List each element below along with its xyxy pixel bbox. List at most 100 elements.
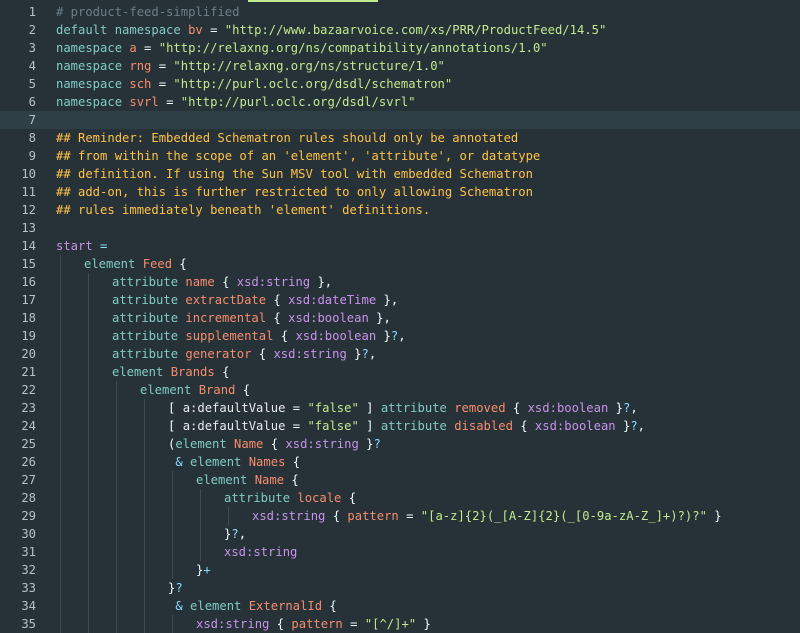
indent-guide <box>88 309 89 327</box>
code-line[interactable]: 18 attribute incremental { xsd:boolean }, <box>0 309 800 327</box>
line-number: 6 <box>28 95 36 109</box>
indent-guide <box>88 327 89 345</box>
code-line[interactable]: 3 namespace a = "http://relaxng.org/ns/co… <box>0 39 800 57</box>
code-token: [ <box>168 401 183 415</box>
code-token: # product-feed-simplified <box>56 5 240 19</box>
code-text: element Feed { <box>84 255 187 273</box>
code-text: attribute supplemental { xsd:boolean }?, <box>112 327 406 345</box>
code-token: pattern <box>291 617 343 631</box>
code-text: xsd:string <box>224 543 297 561</box>
code-token: incremental <box>185 311 267 325</box>
indent-guide <box>60 381 61 399</box>
code-line[interactable]: 7 <box>0 111 800 129</box>
code-token: { <box>266 311 289 325</box>
code-line[interactable]: 26 & element Names { <box>0 453 800 471</box>
code-token: ## rules immediately beneath 'element' d… <box>56 203 431 217</box>
code-line[interactable]: 28 attribute locale { <box>0 489 800 507</box>
code-line[interactable]: 2 default namespace bv = "http://www.baza… <box>0 21 800 39</box>
code-line[interactable]: 6 namespace svrl = "http://purl.oclc.org/… <box>0 93 800 111</box>
indent-guide <box>88 291 89 309</box>
code-line[interactable]: 31 xsd:string <box>0 543 800 561</box>
code-text: namespace svrl = "http://purl.oclc.org/d… <box>56 93 416 111</box>
active-tab-indicator <box>248 0 378 2</box>
indent-guide <box>60 399 61 417</box>
code-line[interactable]: 17 attribute extractDate { xsd:dateTime }… <box>0 291 800 309</box>
code-line[interactable]: 1 # product-feed-simplified <box>0 3 800 21</box>
code-text: }? <box>168 579 183 597</box>
indent-guide <box>144 417 145 435</box>
indent-guide <box>144 579 145 597</box>
code-line[interactable]: 19 attribute supplemental { xsd:boolean }… <box>0 327 800 345</box>
code-token: = <box>202 23 225 37</box>
code-line[interactable]: 15 element Feed { <box>0 255 800 273</box>
code-line[interactable]: 35 xsd:string { pattern = "[^/]+" } <box>0 615 800 633</box>
indent-guide <box>116 543 117 561</box>
code-line[interactable]: 14 start = <box>0 237 800 255</box>
line-number: 11 <box>21 185 36 199</box>
code-token: }, <box>368 311 391 325</box>
code-token: Name <box>234 437 264 451</box>
code-token: xsd:string <box>285 437 359 451</box>
code-token: a:defaultValue <box>182 401 286 415</box>
code-line[interactable]: 22 element Brand { <box>0 381 800 399</box>
code-token: element <box>190 599 249 613</box>
line-number: 33 <box>21 581 36 595</box>
code-line[interactable]: 8 ## Reminder: Embedded Schematron rules … <box>0 129 800 147</box>
indent-guide <box>172 471 173 489</box>
line-number: 20 <box>21 347 36 361</box>
indent-guide <box>144 597 145 615</box>
indent-guide <box>200 525 201 543</box>
code-line[interactable]: 34 & element ExternalId { <box>0 597 800 615</box>
code-line[interactable]: 29 xsd:string { pattern = "[a-z]{2}(_[A-Z… <box>0 507 800 525</box>
code-line[interactable]: 20 attribute generator { xsd:string }?, <box>0 345 800 363</box>
code-token: locale <box>297 491 342 505</box>
code-token: attribute <box>112 311 186 325</box>
indent-guide <box>144 507 145 525</box>
line-number: 8 <box>28 131 36 145</box>
code-token: attribute <box>112 275 186 289</box>
code-line[interactable]: 5 namespace sch = "http://purl.oclc.org/d… <box>0 75 800 93</box>
line-number: 34 <box>21 599 36 613</box>
code-token: { <box>322 599 337 613</box>
code-token: Feed <box>142 257 173 271</box>
code-line[interactable]: 23 [ a:defaultValue = "false" ] attribute… <box>0 399 800 417</box>
line-number: 12 <box>21 203 36 217</box>
code-line[interactable]: 4 namespace rng = "http://relaxng.org/ns/… <box>0 57 800 75</box>
code-token: xsd:string <box>224 545 298 559</box>
indent-guide <box>144 615 145 633</box>
line-number: 23 <box>21 401 36 415</box>
indent-guide <box>172 507 173 525</box>
code-line[interactable]: 10 ## definition. If using the Sun MSV to… <box>0 165 800 183</box>
code-token: xsd:boolean <box>534 419 616 433</box>
code-line[interactable]: 12 ## rules immediately beneath 'element'… <box>0 201 800 219</box>
indent-guide <box>116 399 117 417</box>
code-editor[interactable]: 1 # product-feed-simplified 2 default names… <box>0 0 800 633</box>
indent-guide <box>172 489 173 507</box>
code-token: attribute <box>380 401 455 415</box>
code-line[interactable]: 25 (element Name { xsd:string }? <box>0 435 800 453</box>
code-text: attribute locale { <box>224 489 356 507</box>
indent-guide <box>116 471 117 489</box>
code-line[interactable]: 33}? <box>0 579 800 597</box>
code-token: ## add-on, this is further restricted to… <box>56 185 533 199</box>
code-line[interactable]: 24 [ a:defaultValue = "false" ] attribute… <box>0 417 800 435</box>
indent-guide <box>172 561 173 579</box>
code-line[interactable]: 27 element Name { <box>0 471 800 489</box>
code-token: namespace <box>56 77 130 91</box>
code-line[interactable]: 9 ## from within the scope of an 'element… <box>0 147 800 165</box>
code-token: }, <box>376 293 399 307</box>
code-line[interactable]: 30}?, <box>0 525 800 543</box>
code-line[interactable]: 11 ## add-on, this is further restricted … <box>0 183 800 201</box>
line-number: 7 <box>28 113 36 127</box>
code-line[interactable]: 32}+ <box>0 561 800 579</box>
code-lines[interactable]: 1 # product-feed-simplified 2 default names… <box>0 3 800 633</box>
code-token: } <box>416 617 431 631</box>
indent-guide <box>88 507 89 525</box>
line-number: 26 <box>21 455 36 469</box>
line-number: 2 <box>28 23 36 37</box>
code-line[interactable]: 13 <box>0 219 800 237</box>
line-number: 30 <box>21 527 36 541</box>
code-token: [ <box>168 419 183 433</box>
code-line[interactable]: 16 attribute name { xsd:string }, <box>0 273 800 291</box>
code-line[interactable]: 21 element Brands { <box>0 363 800 381</box>
